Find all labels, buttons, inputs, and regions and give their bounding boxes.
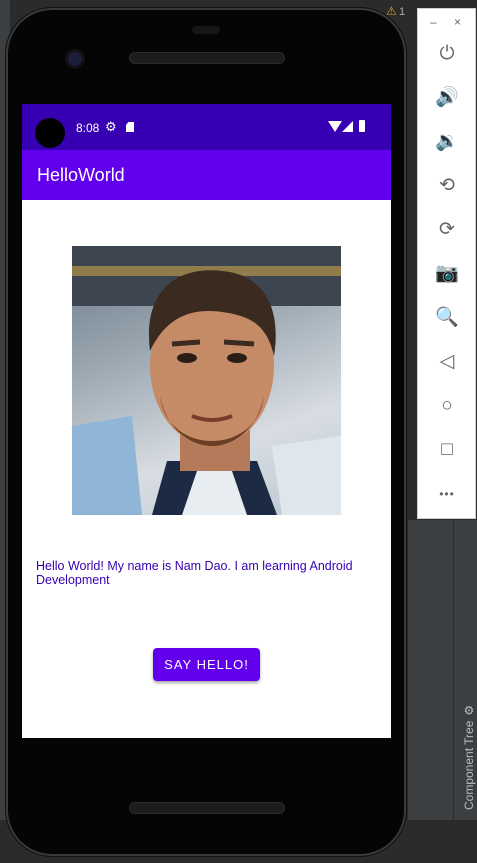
rotate-right-icon[interactable]: ⟳: [428, 215, 466, 245]
close-icon[interactable]: ×: [454, 15, 461, 29]
signal-icon: [342, 121, 353, 132]
app-bar: HelloWorld: [22, 150, 391, 200]
back-icon[interactable]: ◁: [428, 347, 466, 377]
battery-icon: [359, 120, 365, 132]
camera-cutout: [35, 118, 65, 148]
home-icon[interactable]: ○: [428, 391, 466, 421]
status-time: 8:08: [76, 121, 100, 135]
proximity-sensor: [192, 26, 220, 34]
minimize-icon[interactable]: –: [430, 15, 437, 29]
component-tree-label: Component Tree: [462, 720, 476, 810]
wifi-icon: [328, 121, 342, 132]
status-bar: 8:08 ⚙: [22, 104, 391, 150]
settings-gear-icon: ⚙: [105, 119, 117, 134]
hello-message: Hello World! My name is Nam Dao. I am le…: [36, 559, 353, 587]
volume-down-icon[interactable]: 🔉: [428, 127, 466, 157]
app-title: HelloWorld: [37, 165, 125, 185]
warning-count: 1: [399, 6, 406, 18]
front-camera: [68, 52, 82, 66]
emulator-toolbar: – × ⏻ 🔊 🔉 ⟲ ⟳ 📷 🔍 ◁ ○ □ •••: [417, 8, 476, 519]
emulator-device: 8:08 ⚙ HelloWorld Hello World! My name i…: [6, 8, 406, 856]
power-icon[interactable]: ⏻: [428, 39, 466, 69]
component-tree-icon: ⚙: [462, 702, 476, 717]
profile-photo: [72, 246, 341, 515]
bottom-speaker: [130, 803, 284, 813]
device-screen[interactable]: 8:08 ⚙ HelloWorld Hello World! My name i…: [22, 104, 391, 738]
top-speaker: [130, 53, 284, 63]
more-icon[interactable]: •••: [428, 479, 466, 509]
component-tree-tab[interactable]: Component Tree ⚙: [462, 690, 476, 810]
warning-icon[interactable]: ⚠: [386, 4, 397, 18]
say-hello-button[interactable]: SAY HELLO!: [153, 648, 260, 681]
overview-icon[interactable]: □: [428, 435, 466, 465]
zoom-icon[interactable]: 🔍: [428, 303, 466, 333]
rotate-left-icon[interactable]: ⟲: [428, 171, 466, 201]
sd-card-icon: [126, 122, 134, 132]
camera-icon[interactable]: 📷: [428, 259, 466, 289]
volume-up-icon[interactable]: 🔊: [428, 83, 466, 113]
